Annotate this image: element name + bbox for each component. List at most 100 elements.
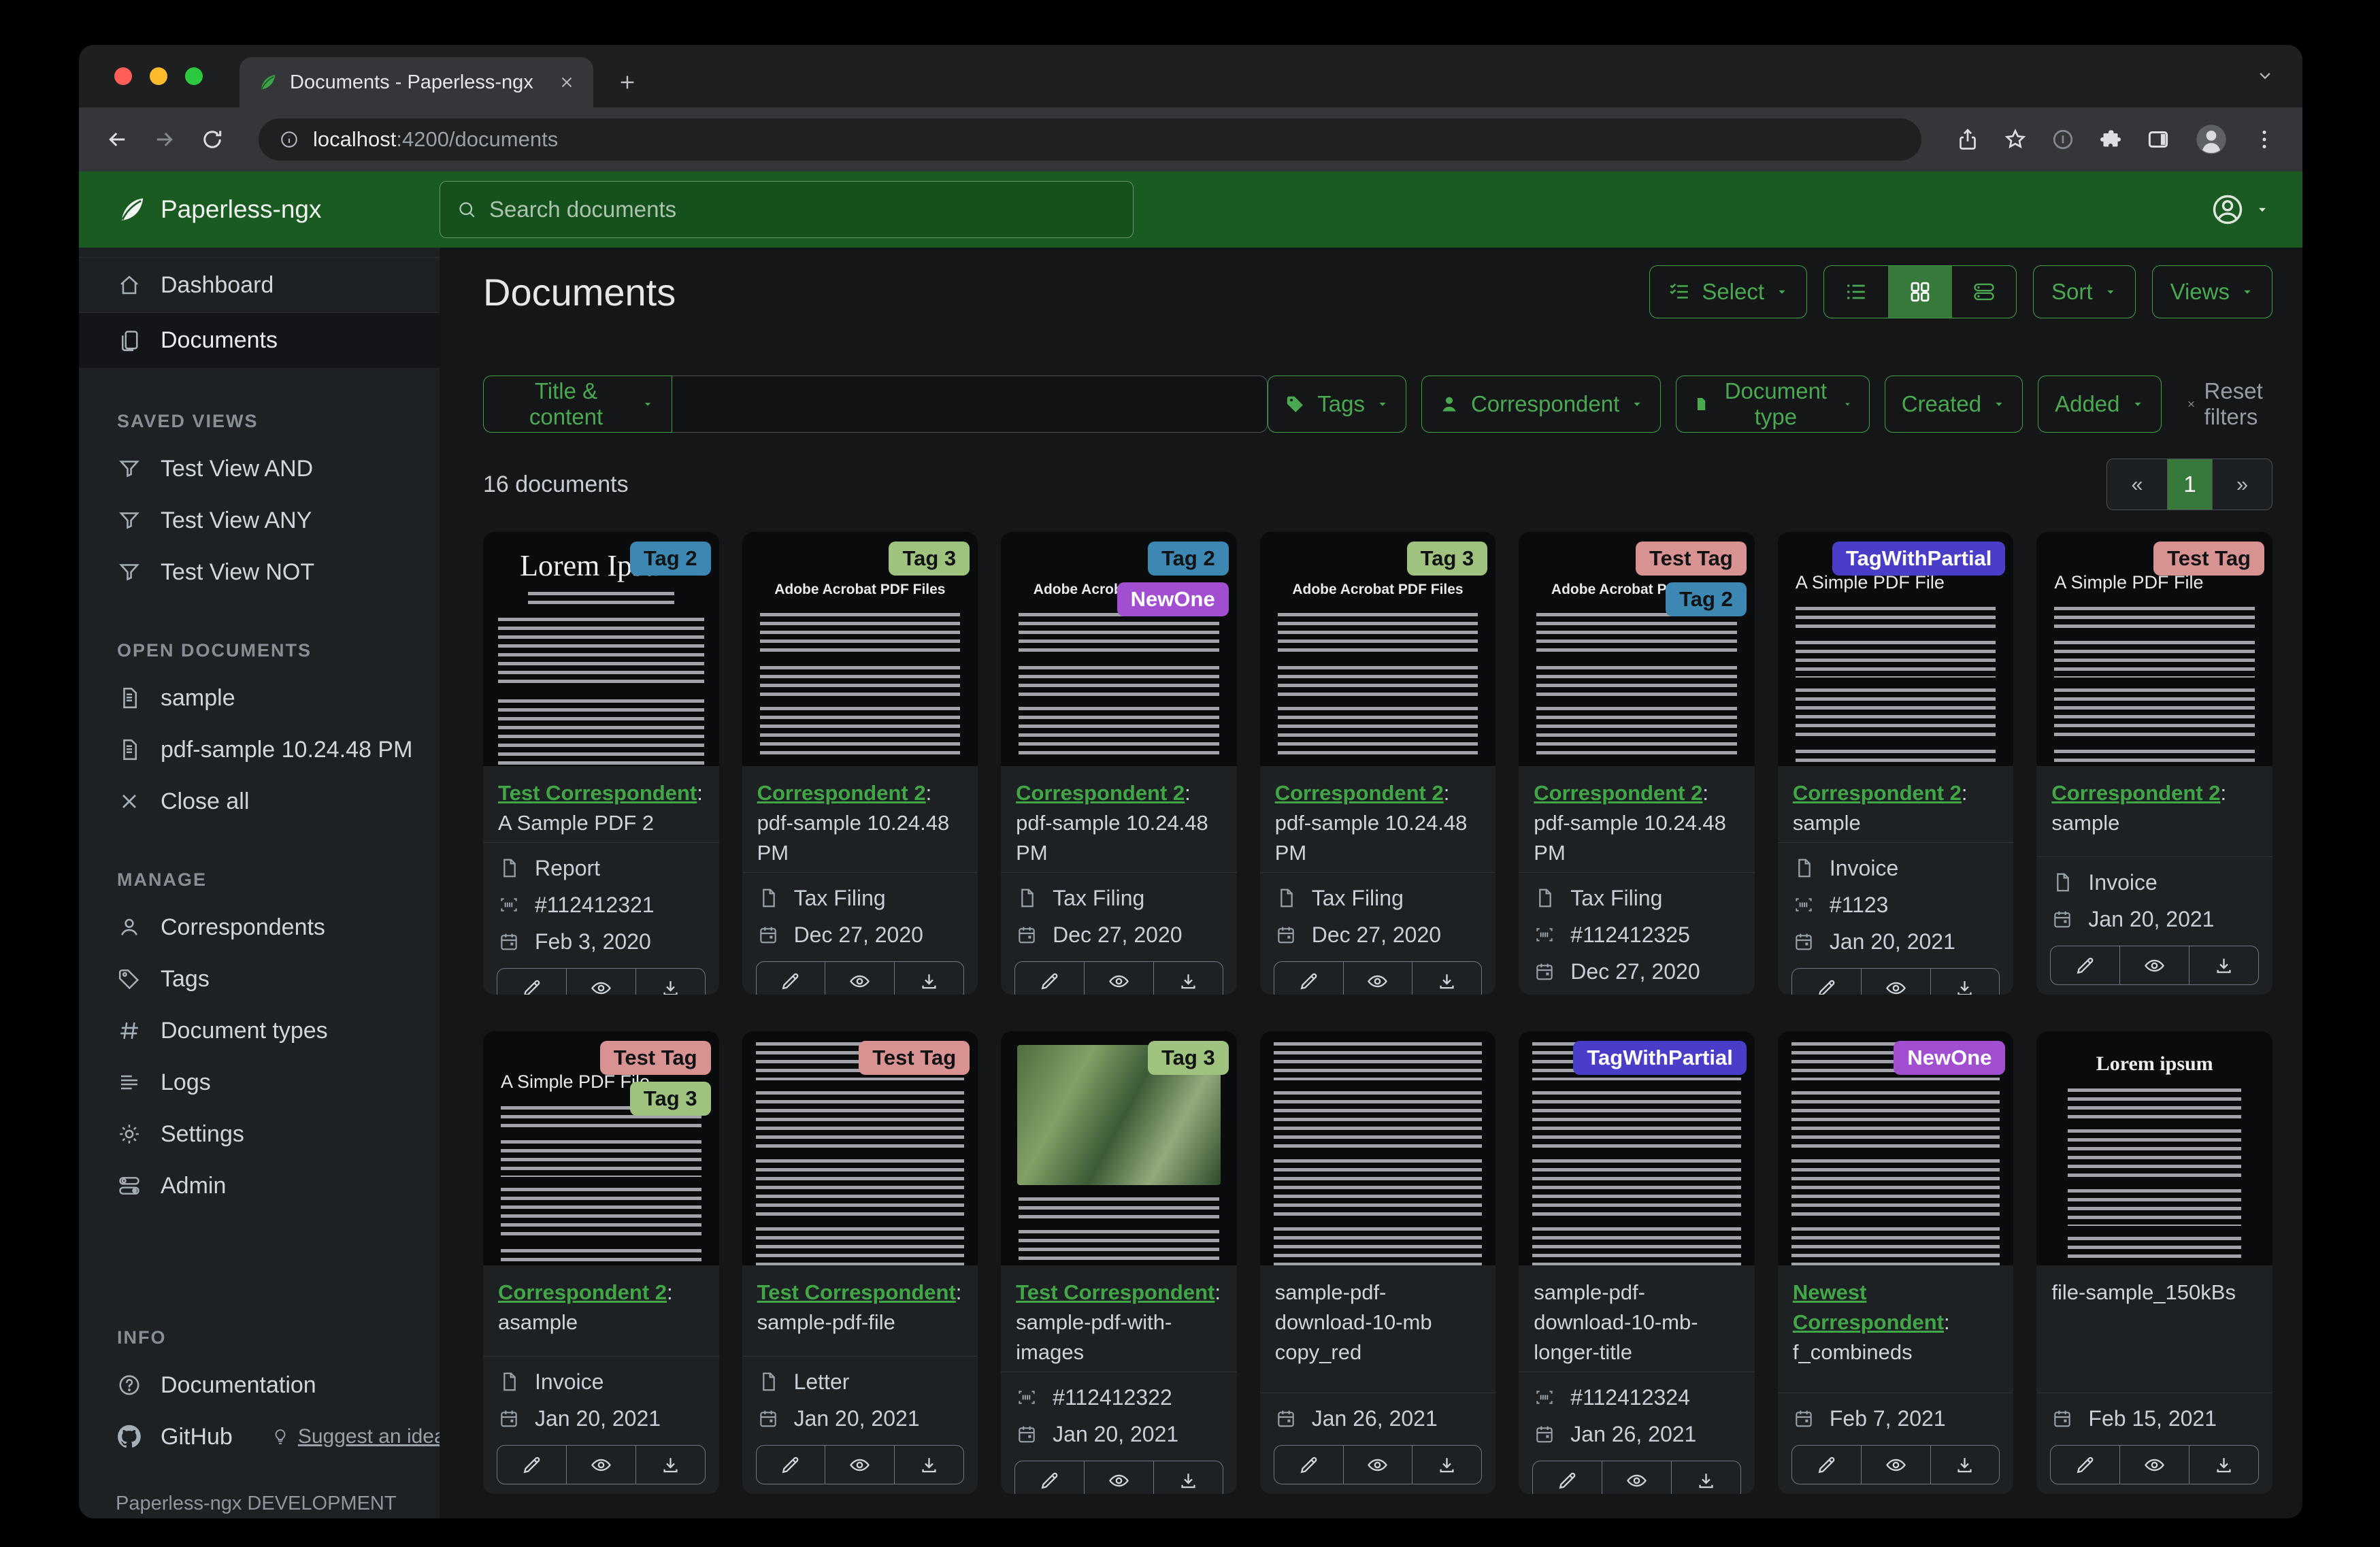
- document-thumbnail[interactable]: Adobe Acrobat PDF Files Tag 3: [1259, 532, 1496, 766]
- document-title[interactable]: Correspondent 2: pdf-sample 10.24.48 PM: [1260, 766, 1496, 872]
- correspondent-link[interactable]: Test Correspondent: [498, 781, 697, 805]
- correspondent-link[interactable]: Test Correspondent: [757, 1280, 956, 1304]
- title-content-input[interactable]: [672, 376, 1268, 433]
- document-title[interactable]: Test Correspondent: sample-pdf-with-imag…: [1001, 1265, 1237, 1371]
- next-page-button[interactable]: »: [2212, 459, 2272, 510]
- sidebar-item-documents[interactable]: Documents: [79, 313, 440, 369]
- view-button[interactable]: [2119, 946, 2189, 984]
- view-button[interactable]: [1342, 1446, 1412, 1484]
- search-input[interactable]: [489, 197, 1117, 222]
- sidebar-item-logs[interactable]: Logs: [79, 1057, 440, 1108]
- tag-badge[interactable]: Tag 3: [629, 1082, 711, 1116]
- correspondent-link[interactable]: Correspondent 2: [2051, 781, 2220, 805]
- view-button[interactable]: [1860, 1446, 1930, 1484]
- document-title[interactable]: Correspondent 2: sample: [2036, 766, 2272, 842]
- correspondent-link[interactable]: Test Correspondent: [1016, 1280, 1214, 1304]
- edit-button[interactable]: [1015, 1461, 1084, 1494]
- download-button[interactable]: [635, 1446, 705, 1484]
- created-filter-button[interactable]: Created: [1884, 376, 2023, 433]
- document-thumbnail[interactable]: Lorem ipsum: [2036, 1031, 2272, 1265]
- edit-button[interactable]: [1274, 1446, 1343, 1484]
- tag-badge[interactable]: Tag 3: [1406, 542, 1488, 576]
- document-title[interactable]: Correspondent 2: sample: [1778, 766, 2014, 842]
- edit-button[interactable]: [497, 969, 566, 995]
- browser-menu-button[interactable]: [2252, 127, 2277, 152]
- sort-button[interactable]: Sort: [2033, 265, 2136, 318]
- edit-button[interactable]: [1015, 962, 1084, 995]
- sidebar-item-test-view-not[interactable]: Test View NOT: [79, 546, 440, 598]
- document-thumbnail[interactable]: Adobe Acrobat PDF Files Tag 2NewOne: [1001, 532, 1237, 766]
- tag-badge[interactable]: TagWithPartial: [1573, 1041, 1747, 1075]
- close-tab-icon[interactable]: [558, 73, 576, 91]
- tag-badge[interactable]: Test Tag: [599, 1041, 711, 1075]
- correspondent-link[interactable]: Correspondent 2: [1275, 781, 1444, 805]
- added-filter-button[interactable]: Added: [2038, 376, 2162, 433]
- edit-button[interactable]: [1792, 969, 1861, 995]
- document-thumbnail[interactable]: Lorem Ipsum Tag 2: [483, 532, 719, 766]
- view-button[interactable]: [1342, 962, 1412, 995]
- edit-button[interactable]: [1533, 1461, 1602, 1494]
- download-button[interactable]: [1153, 1461, 1223, 1494]
- view-button[interactable]: [825, 962, 894, 995]
- document-title[interactable]: Correspondent 2: pdf-sample 10.24.48 PM: [742, 766, 978, 872]
- document-title[interactable]: Test Correspondent: sample-pdf-file: [742, 1265, 978, 1342]
- document-thumbnail[interactable]: A Simple PDF File Test Tag: [2036, 532, 2272, 766]
- filter-field-dropdown[interactable]: Title & content: [483, 376, 673, 433]
- download-button[interactable]: [1930, 969, 2000, 995]
- edit-button[interactable]: [757, 1446, 825, 1484]
- correspondent-link[interactable]: Correspondent 2: [1793, 781, 1962, 805]
- app-brand[interactable]: Paperless-ngx: [79, 194, 440, 225]
- download-button[interactable]: [1930, 1446, 2000, 1484]
- download-button[interactable]: [1412, 1446, 1481, 1484]
- tag-badge[interactable]: Tag 2: [1148, 542, 1229, 576]
- sidebar-item-admin[interactable]: Admin: [79, 1160, 440, 1212]
- document-title[interactable]: Correspondent 2: pdf-sample 10.24.48 PM: [1519, 766, 1755, 872]
- close-window-button[interactable]: [114, 67, 132, 85]
- tag-badge[interactable]: NewOne: [1117, 582, 1229, 616]
- edit-button[interactable]: [497, 1446, 566, 1484]
- user-menu[interactable]: [2210, 192, 2270, 227]
- view-button[interactable]: [1602, 1461, 1671, 1494]
- correspondent-link[interactable]: Correspondent 2: [1534, 781, 1702, 805]
- document-thumbnail[interactable]: TagWithPartial: [1519, 1031, 1755, 1265]
- document-thumbnail[interactable]: Tag 3: [1001, 1031, 1237, 1265]
- address-bar[interactable]: localhost:4200/documents: [259, 118, 1921, 161]
- sidebar-item-document-types[interactable]: Document types: [79, 1005, 440, 1057]
- side-panel-button[interactable]: [2146, 127, 2170, 152]
- tab-search-button[interactable]: [2255, 65, 2275, 89]
- tag-badge[interactable]: TagWithPartial: [1832, 542, 2006, 576]
- view-button[interactable]: [565, 969, 635, 995]
- document-thumbnail[interactable]: Adobe Acrobat PDF Files Tag 3: [742, 532, 978, 766]
- correspondent-link[interactable]: Correspondent 2: [757, 781, 926, 805]
- document-type-filter-button[interactable]: Document type: [1676, 376, 1870, 433]
- reset-filters-button[interactable]: Reset filters: [2186, 378, 2272, 430]
- view-button[interactable]: [565, 1446, 635, 1484]
- views-button[interactable]: Views: [2151, 265, 2272, 318]
- edit-button[interactable]: [2051, 1446, 2119, 1484]
- view-button[interactable]: [825, 1446, 894, 1484]
- edit-button[interactable]: [2051, 946, 2119, 984]
- document-title[interactable]: file-sample_150kBs: [2036, 1265, 2272, 1312]
- sidebar-item-tags[interactable]: Tags: [79, 953, 440, 1005]
- view-list-button[interactable]: [1824, 266, 1888, 318]
- back-button[interactable]: [105, 127, 129, 152]
- view-button[interactable]: [1084, 962, 1153, 995]
- bookmark-button[interactable]: [2003, 127, 2028, 152]
- password-extension-button[interactable]: [2051, 127, 2075, 152]
- document-thumbnail[interactable]: Adobe Acrobat PDF Files Test Tag Tag 2: [1519, 532, 1755, 766]
- suggest-idea-link[interactable]: Suggest an idea: [271, 1425, 440, 1448]
- sidebar-item-documentation[interactable]: Documentation: [79, 1359, 440, 1411]
- tag-badge[interactable]: Test Tag: [2153, 542, 2264, 576]
- document-title[interactable]: Correspondent 2: asample: [483, 1265, 719, 1342]
- download-button[interactable]: [894, 962, 963, 995]
- download-button[interactable]: [2189, 1446, 2258, 1484]
- download-button[interactable]: [1412, 962, 1481, 995]
- extensions-button[interactable]: [2098, 127, 2123, 152]
- current-page-button[interactable]: 1: [2167, 459, 2212, 510]
- download-button[interactable]: [635, 969, 705, 995]
- sidebar-item-settings[interactable]: Settings: [79, 1108, 440, 1160]
- tag-badge[interactable]: Tag 3: [1148, 1041, 1229, 1075]
- document-title[interactable]: sample-pdf-download-10-mb copy_red: [1260, 1265, 1496, 1371]
- tag-badge[interactable]: Test Tag: [1635, 542, 1747, 576]
- download-button[interactable]: [2189, 946, 2258, 984]
